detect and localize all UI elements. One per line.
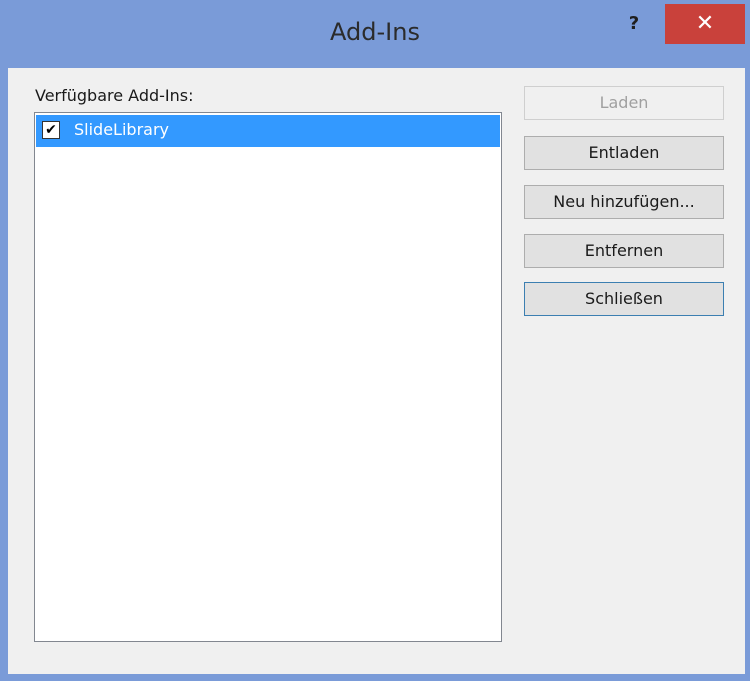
add-new-button[interactable]: Neu hinzufügen... (524, 185, 724, 219)
remove-button[interactable]: Entfernen (524, 234, 724, 268)
title-bar: Add-Ins ? ✕ (0, 0, 750, 68)
unload-button[interactable]: Entladen (524, 136, 724, 170)
available-addins-label: Verfügbare Add-Ins: (35, 86, 194, 105)
dialog-body: Verfügbare Add-Ins: ✔ SlideLibrary Laden… (8, 68, 745, 674)
help-button[interactable]: ? (614, 10, 654, 38)
add-ins-dialog: Add-Ins ? ✕ Verfügbare Add-Ins: ✔ SlideL… (0, 0, 750, 681)
load-button[interactable]: Laden (524, 86, 724, 120)
check-icon[interactable]: ✔ (42, 121, 60, 139)
close-window-button[interactable]: ✕ (665, 4, 745, 44)
list-item-label: SlideLibrary (74, 120, 169, 139)
close-button[interactable]: Schließen (524, 282, 724, 316)
list-item-slidelibrary[interactable]: ✔ SlideLibrary (36, 115, 500, 147)
addins-listbox[interactable]: ✔ SlideLibrary (34, 112, 502, 642)
